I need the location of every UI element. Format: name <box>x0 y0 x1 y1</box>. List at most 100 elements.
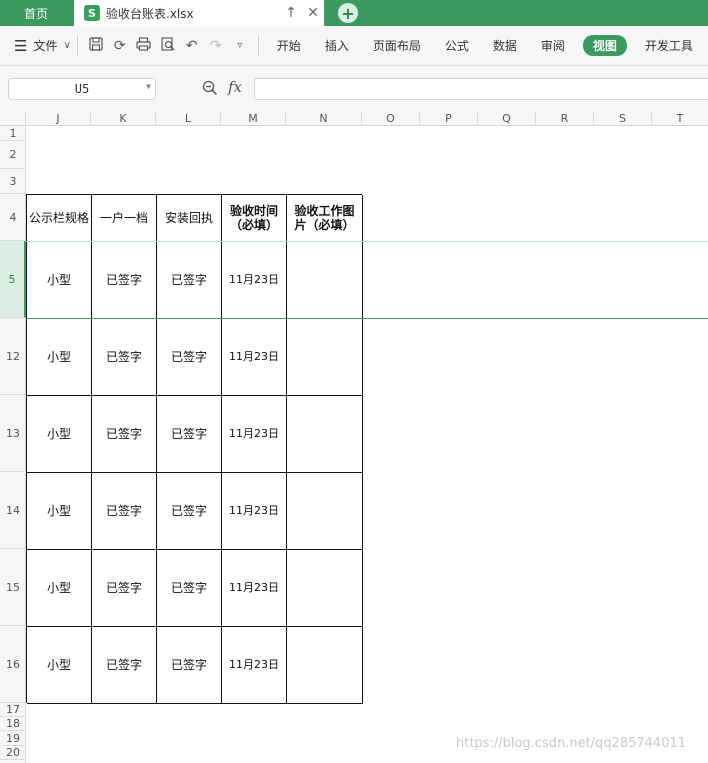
column-header-k[interactable]: K <box>91 112 156 126</box>
table-cell[interactable]: 已签字 <box>157 242 222 319</box>
row-header[interactable]: 18 <box>0 717 26 731</box>
row-header[interactable]: 16 <box>0 626 26 703</box>
row-header[interactable]: 2 <box>0 141 26 169</box>
print-preview-icon[interactable] <box>156 36 180 55</box>
table-cell[interactable]: 小型 <box>27 473 92 550</box>
save-icon[interactable] <box>84 36 108 55</box>
row-header[interactable]: 19 <box>0 731 26 746</box>
table-cell[interactable]: 11月23日 <box>222 319 287 396</box>
file-menu-label: 文件 <box>33 39 58 53</box>
column-header-m[interactable]: M <box>221 112 286 126</box>
table-cell[interactable]: 已签字 <box>157 473 222 550</box>
table-cell[interactable] <box>287 396 363 473</box>
table-header-cell[interactable]: 验收时间 （必填） <box>222 195 287 242</box>
separator <box>257 34 259 57</box>
row-header[interactable]: 17 <box>0 703 26 717</box>
formula-input[interactable] <box>254 78 708 100</box>
row-header-bar: 1 2 3 4 5 12 13 14 15 16 17 18 19 20 <box>0 126 26 763</box>
column-header-j[interactable]: J <box>26 112 91 126</box>
table-cell[interactable]: 小型 <box>27 550 92 627</box>
table-cell[interactable]: 小型 <box>27 242 92 319</box>
zoom-icon[interactable] <box>202 80 218 100</box>
ribbon-tab-review[interactable]: 审阅 <box>529 37 577 54</box>
table-cell[interactable] <box>287 242 363 319</box>
ribbon-tab-page-layout[interactable]: 页面布局 <box>361 37 433 54</box>
undo-icon[interactable]: ↶ <box>180 38 204 54</box>
column-header-t[interactable]: T <box>652 112 708 126</box>
table-cell[interactable]: 小型 <box>27 396 92 473</box>
table-cell[interactable]: 已签字 <box>92 550 157 627</box>
table-cell[interactable]: 11月23日 <box>222 396 287 473</box>
row-header[interactable]: 4 <box>0 194 26 241</box>
table-cell[interactable]: 已签字 <box>157 319 222 396</box>
ribbon-tab-developer[interactable]: 开发工具 <box>633 37 705 54</box>
pin-up-icon[interactable]: ↑ <box>280 5 302 21</box>
table-cell[interactable] <box>287 627 363 704</box>
column-header-bar: J K L M N O P Q R S T <box>0 112 708 126</box>
row-header[interactable]: 13 <box>0 395 26 472</box>
ribbon-tab-start[interactable]: 开始 <box>265 37 313 54</box>
ribbon-tab-view[interactable]: 视图 <box>582 35 627 56</box>
table-header-cell[interactable]: 公示栏规格 <box>27 195 92 242</box>
column-header-n[interactable]: N <box>286 112 362 126</box>
row-header[interactable]: 1 <box>0 126 26 141</box>
row-header-selected[interactable]: 5 <box>0 241 26 318</box>
select-all-corner[interactable] <box>0 112 26 126</box>
table-cell[interactable]: 已签字 <box>92 319 157 396</box>
tab-file[interactable]: S 验收台账表.xlsx ↑ ✕ <box>74 0 324 26</box>
file-name: 验收台账表.xlsx <box>106 6 194 21</box>
column-header-r[interactable]: R <box>536 112 594 126</box>
column-header-p[interactable]: P <box>420 112 478 126</box>
table-cell[interactable]: 11月23日 <box>222 627 287 704</box>
table-cell[interactable]: 11月23日 <box>222 550 287 627</box>
row-header[interactable]: 14 <box>0 472 26 549</box>
table-cell[interactable]: 已签字 <box>157 627 222 704</box>
table-header-cell[interactable]: 安装回执 <box>157 195 222 242</box>
watermark-text: https://blog.csdn.net/qq285744011 <box>456 736 687 751</box>
table-cell[interactable]: 已签字 <box>92 627 157 704</box>
table-cell[interactable] <box>287 473 363 550</box>
table-cell[interactable]: 11月23日 <box>222 473 287 550</box>
tab-home[interactable]: 首页 <box>0 0 72 26</box>
table-cell[interactable]: 已签字 <box>92 242 157 319</box>
column-header-s[interactable]: S <box>594 112 652 126</box>
formula-bar: U5 ▼ fx <box>0 66 708 112</box>
row-header[interactable]: 20 <box>0 746 26 760</box>
ribbon-tab-insert[interactable]: 插入 <box>313 37 361 54</box>
table-cell[interactable]: 已签字 <box>157 550 222 627</box>
row-header[interactable]: 12 <box>0 318 26 395</box>
spreadsheet-icon: S <box>84 5 100 21</box>
close-icon[interactable]: ✕ <box>302 5 324 21</box>
file-menu-button[interactable]: ☰ 文件 ∨ <box>0 37 71 55</box>
table-header-cell[interactable]: 一户一档 <box>92 195 157 242</box>
new-tab-button[interactable]: + <box>338 3 358 23</box>
table-cell[interactable]: 小型 <box>27 319 92 396</box>
table-cell[interactable]: 已签字 <box>92 396 157 473</box>
more-dropdown-icon[interactable]: ▿ <box>228 40 252 51</box>
table-cell[interactable]: 已签字 <box>157 396 222 473</box>
table-cell[interactable]: 小型 <box>27 627 92 704</box>
table-cell[interactable] <box>287 550 363 627</box>
column-header-l[interactable]: L <box>156 112 221 126</box>
table-cell[interactable]: 已签字 <box>92 473 157 550</box>
table-header-cell[interactable]: 验收工作图 片（必填） <box>287 195 363 242</box>
hamburger-icon: ☰ <box>14 36 28 55</box>
separator <box>76 34 78 57</box>
column-header-o[interactable]: O <box>362 112 420 126</box>
chevron-down-icon: ∨ <box>63 40 71 51</box>
print-icon[interactable] <box>132 36 156 55</box>
name-box[interactable]: U5 ▼ <box>8 78 156 100</box>
title-bar: 首页 S 验收台账表.xlsx ↑ ✕ + <box>0 0 708 26</box>
row-header[interactable]: 15 <box>0 549 26 626</box>
fx-icon[interactable]: fx <box>228 78 242 96</box>
redo-icon[interactable]: ↷ <box>204 38 228 54</box>
ribbon-tab-formulas[interactable]: 公式 <box>433 37 481 54</box>
dropdown-arrow-icon[interactable]: ▼ <box>146 82 151 91</box>
format-painter-icon[interactable]: ⟳ <box>108 38 132 54</box>
row-header[interactable]: 3 <box>0 169 26 194</box>
ribbon-tab-data[interactable]: 数据 <box>481 37 529 54</box>
table-cell[interactable]: 11月23日 <box>222 242 287 319</box>
table-cell[interactable] <box>287 319 363 396</box>
ribbon: ☰ 文件 ∨ ⟳ ↶ ↷ ▿ 开始 插入 页面布局 公式 数据 审阅 视图 开发… <box>0 26 708 66</box>
column-header-q[interactable]: Q <box>478 112 536 126</box>
